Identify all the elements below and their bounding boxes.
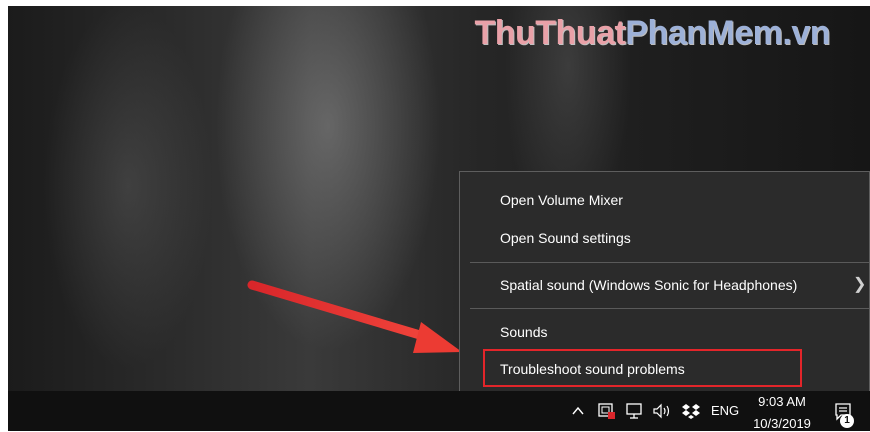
menu-item-label: Open Sound settings bbox=[500, 230, 631, 246]
clock[interactable]: 9:03 AM 10/3/2019 bbox=[750, 394, 814, 432]
menu-item-open-volume-mixer[interactable]: Open Volume Mixer bbox=[460, 183, 869, 217]
chevron-up-icon[interactable] bbox=[570, 401, 586, 421]
language-indicator[interactable]: ENG bbox=[711, 401, 739, 421]
clock-date: 10/3/2019 bbox=[753, 416, 811, 431]
dropbox-icon[interactable] bbox=[681, 401, 701, 421]
volume-icon[interactable] bbox=[652, 401, 674, 421]
menu-item-sounds[interactable]: Sounds bbox=[460, 315, 869, 349]
menu-item-label: Open Volume Mixer bbox=[500, 192, 623, 208]
menu-item-label: Sounds bbox=[500, 324, 548, 340]
taskbar: ENG 9:03 AM 10/3/2019 bbox=[8, 391, 870, 431]
security-alert-icon[interactable] bbox=[597, 401, 617, 421]
menu-separator bbox=[470, 308, 869, 309]
clock-time: 9:03 AM bbox=[758, 394, 806, 409]
menu-separator bbox=[470, 262, 869, 263]
menu-item-label: Spatial sound (Windows Sonic for Headpho… bbox=[500, 277, 798, 293]
highlight-box bbox=[483, 349, 802, 387]
chevron-right-icon: ❯ bbox=[853, 276, 867, 293]
network-icon[interactable] bbox=[625, 401, 645, 421]
menu-item-spatial-sound[interactable]: Spatial sound (Windows Sonic for Headpho… bbox=[460, 268, 869, 302]
menu-item-open-sound-settings[interactable]: Open Sound settings bbox=[460, 221, 869, 255]
notification-count-badge: 1 bbox=[840, 414, 854, 428]
